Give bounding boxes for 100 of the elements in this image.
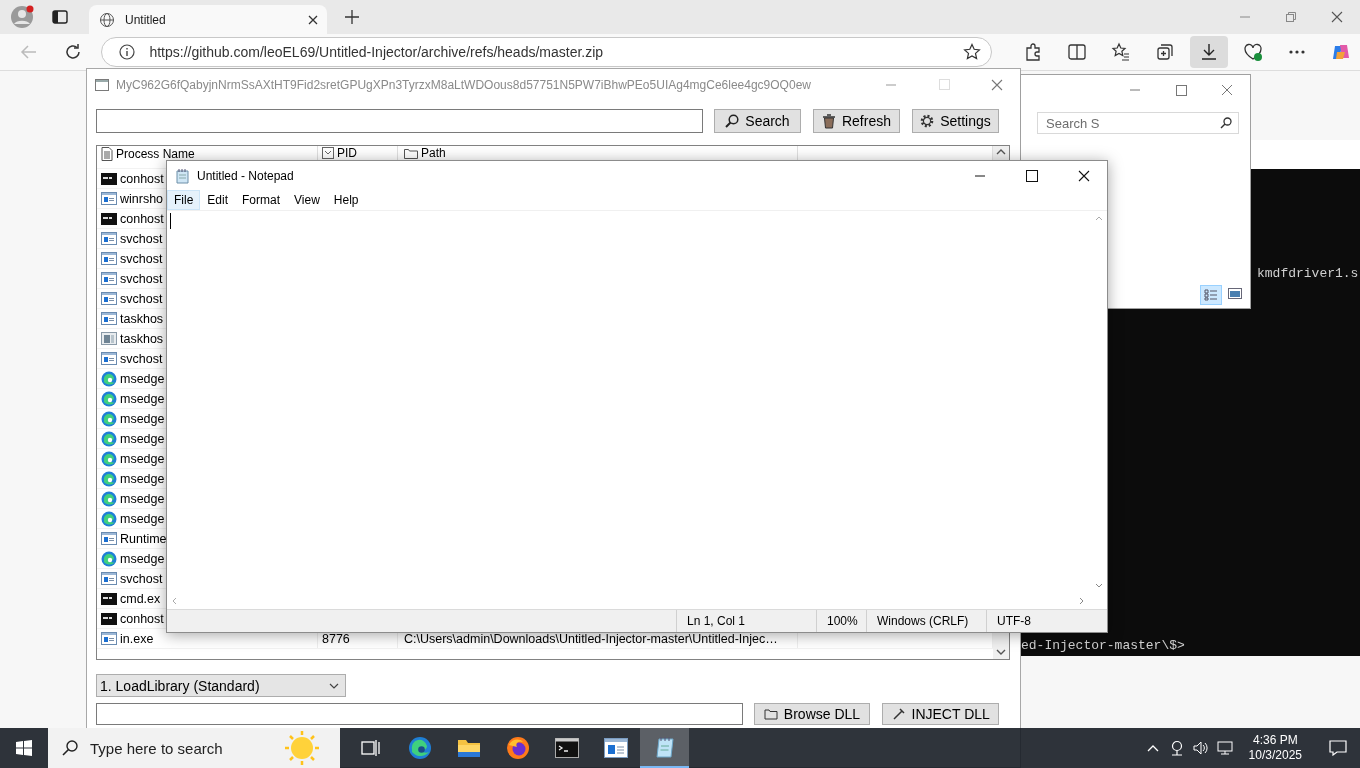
health-icon bbox=[1243, 42, 1263, 62]
process-name: Runtime bbox=[120, 531, 167, 546]
notepad-icon bbox=[175, 167, 191, 184]
restore-icon[interactable] bbox=[1285, 11, 1297, 23]
document-icon bbox=[101, 147, 113, 161]
process-name: svchost bbox=[120, 351, 163, 366]
column-header[interactable]: PID bbox=[322, 147, 357, 159]
menu-item[interactable]: File bbox=[167, 190, 201, 210]
notification-icon[interactable] bbox=[1329, 740, 1347, 756]
process-name: msedge bbox=[120, 491, 165, 506]
close-icon[interactable] bbox=[1078, 169, 1090, 182]
process-name: conhost bbox=[120, 611, 164, 626]
window-icon bbox=[101, 532, 117, 545]
window-icon bbox=[603, 738, 628, 758]
close-icon[interactable] bbox=[307, 13, 319, 26]
process-name: svchost bbox=[120, 231, 163, 246]
search-field[interactable] bbox=[96, 109, 703, 133]
tab-actions-icon[interactable] bbox=[52, 9, 68, 25]
avatar-icon bbox=[10, 5, 34, 29]
browse-button[interactable]: Browse DLL bbox=[753, 703, 871, 725]
clock[interactable]: 4:36 PM 10/3/2025 bbox=[1248, 733, 1302, 763]
windows-icon bbox=[16, 740, 32, 756]
method-dropdown[interactable]: 1. LoadLibrary (Standard) bbox=[96, 674, 346, 697]
browser-tab[interactable]: Untitled bbox=[89, 5, 327, 34]
window-icon bbox=[101, 292, 117, 305]
folder-icon bbox=[763, 708, 778, 720]
window-icon bbox=[101, 572, 117, 585]
process-name: in.exe bbox=[120, 631, 154, 646]
console-icon bbox=[101, 172, 117, 185]
window-icon bbox=[101, 352, 117, 365]
process-id: 8776 bbox=[322, 631, 350, 646]
folder-icon bbox=[404, 147, 418, 159]
gear-icon bbox=[920, 114, 935, 128]
download-button[interactable] bbox=[1190, 36, 1228, 68]
console-text: kmdfdriver1.s bbox=[1257, 266, 1360, 281]
search-box[interactable]: Type here to search bbox=[48, 728, 340, 768]
process-name: conhost bbox=[120, 171, 164, 186]
status-text: 100% bbox=[816, 610, 866, 632]
status-text: UTF-8 bbox=[986, 610, 1091, 632]
swirl-icon bbox=[101, 450, 117, 467]
app-icon bbox=[95, 78, 109, 91]
menu-item[interactable]: Edit bbox=[200, 190, 236, 210]
scroll-right-icon bbox=[1079, 597, 1085, 605]
download-icon bbox=[1199, 42, 1219, 62]
scroll-up-icon[interactable] bbox=[996, 148, 1006, 156]
settings-button[interactable]: Settings bbox=[912, 109, 999, 133]
column-header[interactable]: Path bbox=[404, 147, 446, 159]
caret-icon bbox=[329, 682, 339, 689]
task-view-icon bbox=[360, 739, 381, 757]
process-name: taskhos bbox=[120, 311, 164, 326]
search-field[interactable]: Search S bbox=[1037, 112, 1239, 134]
process-name: msedge bbox=[120, 431, 165, 446]
menu-item[interactable]: Format bbox=[235, 190, 288, 210]
swirl-icon bbox=[101, 410, 117, 427]
process-name: msedge bbox=[120, 551, 165, 566]
speaker-icon[interactable] bbox=[1192, 741, 1209, 755]
status-text: Ln 1, Col 1 bbox=[676, 610, 816, 632]
process-name: taskhos bbox=[120, 331, 164, 346]
process-path: C:\Users\admin\Downloads\Untitled-Injector-master\Untitled-Injec… bbox=[404, 631, 778, 646]
more-icon bbox=[1289, 50, 1305, 54]
scroll-down-icon bbox=[1095, 583, 1103, 589]
scroll-down-icon[interactable] bbox=[996, 648, 1006, 656]
plus-icon[interactable] bbox=[344, 9, 360, 25]
address-bar[interactable]: https://github.com/leoEL69/Untitled-Injector/archive/refs/heads/master.zip bbox=[101, 37, 992, 67]
console-icon bbox=[101, 212, 117, 225]
copilot-icon bbox=[1331, 42, 1351, 62]
chevron-up-icon[interactable] bbox=[1146, 744, 1159, 752]
process-name: msedge bbox=[120, 391, 165, 406]
inject-button[interactable]: INJECT DLL bbox=[882, 703, 999, 725]
process-name: msedge bbox=[120, 371, 165, 386]
search-icon bbox=[1220, 117, 1232, 129]
close-icon[interactable] bbox=[1331, 11, 1343, 23]
console-icon bbox=[101, 592, 117, 605]
swirl-icon bbox=[101, 430, 117, 447]
refresh-button[interactable]: Refresh bbox=[813, 109, 900, 133]
window-icon bbox=[101, 232, 117, 245]
swirl-icon bbox=[101, 490, 117, 507]
scroll-left-icon bbox=[171, 597, 177, 605]
tiles-view-button[interactable] bbox=[1226, 285, 1244, 302]
maximize-icon[interactable] bbox=[1026, 169, 1038, 182]
search-icon bbox=[725, 114, 740, 128]
url-text: https://github.com/leoEL69/Untitled-Injector/archive/refs/heads/master.zip bbox=[149, 44, 605, 60]
search-button[interactable]: Search bbox=[714, 109, 801, 133]
horizontal-scrollbar[interactable] bbox=[167, 593, 1107, 609]
window-title: MyC962G6fQabyjnNrmSsAXtHT9Fid2sretGPUgXPn3TyrzxM8aLtWDOous8d57751N5PW7iBhwPEo5UIAg4mgCe6lee4gc9OQ0ew bbox=[116, 77, 812, 92]
swirl-icon bbox=[101, 550, 117, 567]
star-icon[interactable] bbox=[963, 43, 981, 61]
process-name: svchost bbox=[120, 271, 163, 286]
status-text: Windows (CRLF) bbox=[866, 610, 986, 632]
process-name: msedge bbox=[120, 451, 165, 466]
details-view-button[interactable] bbox=[1200, 285, 1222, 305]
process-name: svchost bbox=[120, 251, 163, 266]
column-header[interactable]: Process Name bbox=[101, 147, 195, 161]
scroll-up-icon bbox=[1095, 215, 1103, 221]
dll-path-field[interactable] bbox=[96, 703, 743, 725]
menu-item[interactable]: Help bbox=[326, 190, 366, 210]
console-text: ed-Injector-master\$> bbox=[1021, 638, 1186, 653]
menu-item[interactable]: View bbox=[287, 190, 327, 210]
process-name: winrsho bbox=[120, 191, 164, 206]
globe-icon bbox=[99, 11, 115, 28]
